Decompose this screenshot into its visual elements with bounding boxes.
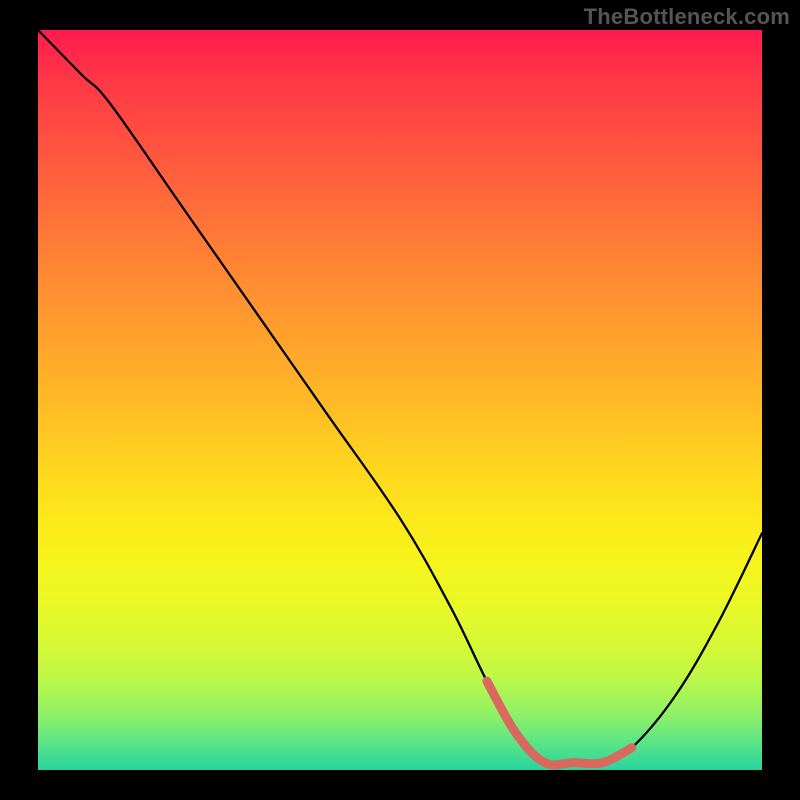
curve-svg: [38, 30, 762, 770]
plot-area: [38, 30, 762, 770]
watermark-label: TheBottleneck.com: [584, 4, 790, 30]
chart-container: TheBottleneck.com: [0, 0, 800, 800]
highlight-flat-region-path: [487, 681, 632, 765]
bottleneck-curve-path: [38, 30, 762, 765]
